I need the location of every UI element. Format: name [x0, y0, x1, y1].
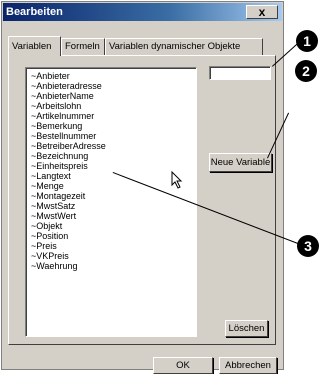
tab-formeln[interactable]: Formeln [61, 38, 105, 55]
list-item[interactable]: ~MwstSatz [31, 201, 75, 211]
list-item[interactable]: ~Objekt [31, 221, 62, 231]
variable-list[interactable]: ~Anbieter ~Anbieteradresse ~AnbieterName… [25, 67, 197, 337]
mouse-pointer-icon [171, 171, 183, 189]
delete-button[interactable]: Löschen [225, 320, 268, 337]
title-bar[interactable]: Bearbeiten x [3, 3, 282, 21]
list-item[interactable]: ~Bestellnummer [31, 131, 96, 141]
tab-dynamic-object-variables[interactable]: Variablen dynamischer Objekte [105, 38, 263, 55]
list-item[interactable]: ~Anbieter [31, 71, 70, 81]
list-item[interactable]: ~VKPreis [31, 251, 69, 261]
variable-name-input[interactable] [209, 66, 271, 80]
list-item[interactable]: ~Position [31, 231, 68, 241]
callout-badge-2: 2 [295, 60, 317, 82]
list-item[interactable]: ~Arbeitslohn [31, 101, 81, 111]
new-variable-button[interactable]: Neue Variable [209, 153, 272, 172]
dialog-title: Bearbeiten [6, 6, 63, 18]
callout-badge-1: 1 [296, 30, 318, 52]
tab-variablen[interactable]: Variablen [8, 36, 61, 56]
close-button[interactable]: x [246, 5, 278, 19]
list-item[interactable]: ~AnbieterName [31, 91, 94, 101]
list-item[interactable]: ~MwstWert [31, 211, 76, 221]
list-item[interactable]: ~Bemerkung [31, 121, 82, 131]
list-item[interactable]: ~Waehrung [31, 261, 77, 271]
list-item[interactable]: ~Montagezeit [31, 191, 85, 201]
list-item[interactable]: ~Einheitspreis [31, 161, 88, 171]
list-item[interactable]: ~BetreiberAdresse [31, 141, 106, 151]
ok-button[interactable]: OK [153, 357, 213, 374]
callout-badge-3: 3 [297, 235, 319, 257]
list-item[interactable]: ~Anbieteradresse [31, 81, 102, 91]
list-item[interactable]: ~Langtext [31, 171, 71, 181]
list-item[interactable]: ~Preis [31, 241, 57, 251]
list-item[interactable]: ~Artikelnummer [31, 111, 94, 121]
cancel-button[interactable]: Abbrechen [219, 357, 277, 374]
list-item[interactable]: ~Bezeichnung [31, 151, 88, 161]
list-item[interactable]: ~Menge [31, 181, 64, 191]
